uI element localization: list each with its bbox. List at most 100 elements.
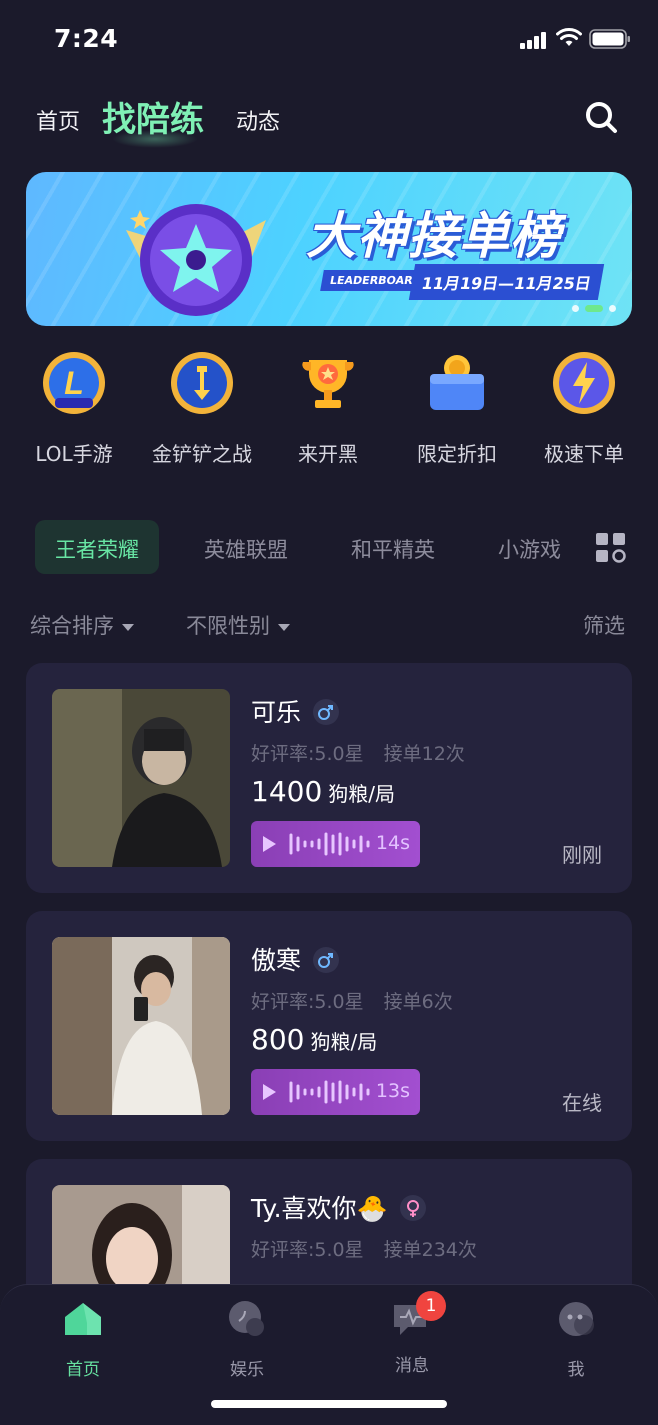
player-photo (52, 689, 230, 867)
lol-mobile-icon: L (43, 352, 105, 414)
price-value: 800 (251, 1023, 305, 1056)
top-nav: 首页 找陪练 动态 (0, 90, 658, 150)
leaderboard-banner[interactable]: 大神接单榜 LEADERBOARD 11月19日—11月25日 (26, 172, 632, 326)
home-icon (65, 1303, 101, 1335)
game-tab-league-of-legends[interactable]: 英雄联盟 (204, 534, 288, 564)
bottom-tab-profile[interactable]: 我 (516, 1299, 636, 1380)
player-name: 傲寒 (251, 946, 302, 975)
quick-item-team-up[interactable]: 来开黑 (263, 350, 393, 467)
player-stats: 好评率:5.0星 接单12次 (251, 739, 465, 766)
order-count: 接单234次 (383, 1239, 477, 1261)
waveform-icon (289, 1080, 370, 1104)
waveform-icon (289, 832, 370, 856)
quick-item-lol-mobile[interactable]: L LOL手游 (9, 350, 139, 467)
price-unit: 狗粮/局 (328, 782, 396, 806)
player-name-row: 傲寒 (251, 941, 340, 977)
male-icon (313, 947, 340, 973)
tab-find-companion[interactable]: 找陪练 (102, 92, 204, 141)
game-tab-honor-of-kings[interactable]: 王者荣耀 (35, 520, 159, 574)
quick-label: 限定折扣 (417, 442, 497, 466)
bottom-tab-label: 消息 (395, 1356, 429, 1376)
price-unit: 狗粮/局 (310, 1030, 378, 1054)
more-games-grid-icon[interactable] (595, 532, 627, 564)
caret-down-icon (122, 623, 134, 631)
bottom-tab-label: 我 (567, 1360, 585, 1380)
filter-button[interactable]: 筛选 (583, 610, 625, 640)
player-name: Ty.喜欢你🐣 (251, 1194, 388, 1223)
player-name-row: Ty.喜欢你🐣 (251, 1189, 426, 1225)
price: 1400 狗粮/局 (251, 775, 395, 808)
order-count: 接单6次 (383, 991, 453, 1013)
banner-title: 大神接单榜 (306, 207, 561, 265)
rating: 好评率:5.0星 (251, 991, 364, 1013)
price-value: 1400 (251, 775, 323, 808)
home-indicator (211, 1400, 447, 1408)
player-name-row: 可乐 (251, 693, 340, 729)
rating: 好评率:5.0星 (251, 743, 364, 765)
status-bar: 7:24 (0, 0, 658, 80)
price: 800 狗粮/局 (251, 1023, 377, 1056)
caret-down-icon (278, 623, 290, 631)
banner-pagination (572, 305, 616, 312)
star-medal-icon (126, 204, 266, 316)
quick-item-express-order[interactable]: 极速下单 (519, 350, 649, 467)
gender-dropdown[interactable]: 不限性别 (186, 610, 290, 640)
quick-item-golden-shovel[interactable]: 金铲铲之战 (137, 350, 267, 467)
lightning-icon (553, 352, 615, 414)
cellular-signal-icon (520, 31, 546, 49)
discount-box-icon (430, 355, 484, 410)
pagination-dot (572, 305, 579, 312)
game-tab-mini-games[interactable]: 小游戏 (498, 534, 561, 564)
online-status: 在线 (562, 1091, 602, 1115)
game-tabs: 王者荣耀 英雄联盟 和平精英 小游戏 (0, 520, 658, 576)
order-count: 接单12次 (383, 743, 465, 765)
bottom-tab-entertainment[interactable]: 娱乐 (187, 1299, 307, 1380)
female-icon (399, 1195, 426, 1221)
play-icon (263, 836, 276, 852)
quick-label: 金铲铲之战 (152, 442, 252, 466)
gender-label: 不限性别 (186, 614, 270, 638)
sort-label: 综合排序 (30, 614, 114, 638)
trophy-icon (302, 360, 354, 408)
banner-date-range: 11月19日—11月25日 (408, 264, 605, 300)
tab-home[interactable]: 首页 (36, 104, 80, 136)
voice-intro-button[interactable]: 14s (251, 821, 420, 867)
quick-label: LOL手游 (35, 442, 113, 466)
game-tab-peacekeeper-elite[interactable]: 和平精英 (351, 534, 435, 564)
bottom-tab-home[interactable]: 首页 (23, 1299, 143, 1380)
battery-icon (589, 29, 630, 49)
golden-shovel-icon (171, 352, 233, 414)
quick-label: 极速下单 (544, 442, 624, 466)
bottom-tab-label: 娱乐 (230, 1360, 264, 1380)
voice-duration: 14s (375, 832, 410, 854)
player-photo (52, 937, 230, 1115)
quick-categories: L LOL手游 金铲铲之战 来开黑 限定折扣 极速下单 (0, 350, 658, 470)
quick-item-limited-discount[interactable]: 限定折扣 (392, 350, 522, 467)
pagination-dot (609, 305, 616, 312)
online-status: 刚刚 (562, 843, 602, 867)
player-card[interactable]: 傲寒 好评率:5.0星 接单6次 800 狗粮/局 13s 在线 (26, 911, 632, 1141)
wifi-icon (556, 28, 582, 46)
player-stats: 好评率:5.0星 接单6次 (251, 987, 453, 1014)
search-icon[interactable] (584, 100, 618, 134)
message-icon-wrap: 1 (390, 1291, 446, 1339)
player-stats: 好评率:5.0星 接单234次 (251, 1235, 477, 1262)
player-card[interactable]: 可乐 好评率:5.0星 接单12次 1400 狗粮/局 14s 刚刚 (26, 663, 632, 893)
quick-label: 来开黑 (298, 442, 358, 466)
tab-feed[interactable]: 动态 (236, 104, 280, 136)
voice-intro-button[interactable]: 13s (251, 1069, 420, 1115)
svg-text:L: L (64, 365, 84, 401)
status-time: 7:24 (54, 24, 119, 53)
voice-duration: 13s (375, 1080, 410, 1102)
bottom-tab-messages[interactable]: 1 消息 (352, 1291, 472, 1376)
bottom-tab-label: 首页 (66, 1360, 100, 1380)
filter-bar: 综合排序 不限性别 筛选 (0, 606, 658, 646)
sort-dropdown[interactable]: 综合排序 (30, 610, 134, 640)
pagination-dot-active (585, 305, 603, 312)
play-icon (263, 1084, 276, 1100)
male-icon (313, 699, 340, 725)
profile-icon (559, 1302, 594, 1336)
rating: 好评率:5.0星 (251, 1239, 364, 1261)
entertainment-icon (229, 1301, 264, 1336)
player-name: 可乐 (251, 698, 302, 727)
